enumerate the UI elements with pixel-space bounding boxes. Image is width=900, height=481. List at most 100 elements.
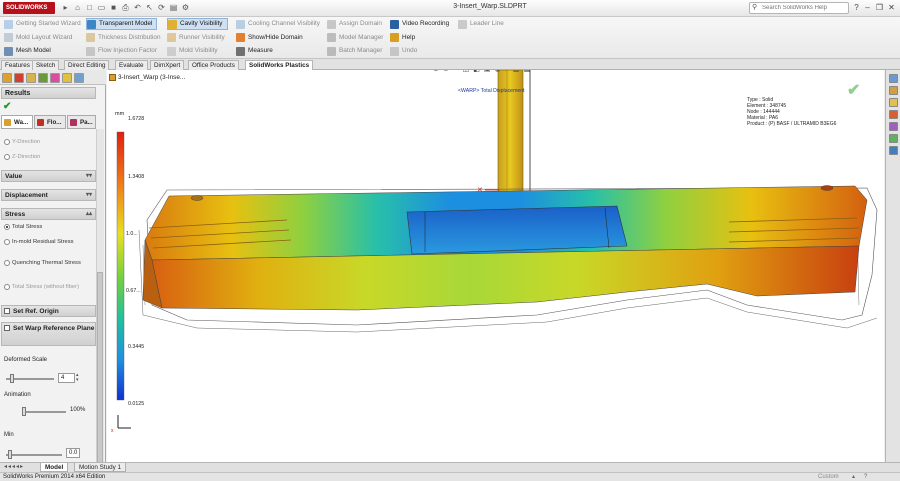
feature-tree-breadcrumb[interactable]: 3-Insert_Warp (3-Inse... — [109, 74, 185, 81]
tab-features[interactable]: Features — [1, 60, 34, 70]
minimize-icon[interactable]: – — [862, 2, 873, 14]
print-icon[interactable]: ⎙ — [120, 2, 131, 14]
tab-office-products[interactable]: Office Products — [188, 60, 239, 70]
units-dropdown-icon[interactable]: ▴ — [852, 473, 855, 481]
tab-scroll-arrows-icon[interactable]: ◂◂◂◂▸ — [4, 463, 24, 470]
apply-scene-icon[interactable]: ▥ — [513, 70, 520, 77]
set-warp-reference-plane-header[interactable]: Set Warp Reference Plane — [1, 322, 96, 346]
restore-icon[interactable]: ❐ — [862, 70, 868, 71]
ribbon-cavity-visibility-button[interactable]: Cavity Visibility — [167, 18, 228, 30]
home-icon[interactable]: ⌂ — [72, 2, 83, 14]
file-explorer-icon[interactable] — [889, 98, 898, 107]
view-orientation-icon[interactable]: ◧ — [473, 70, 480, 77]
z-direction-option[interactable]: Z-Direction — [4, 152, 40, 162]
ribbon-assign-domain-button[interactable]: Assign Domain — [327, 18, 382, 30]
display-manager-icon[interactable] — [50, 73, 60, 83]
tab-motion-study-1[interactable]: Motion Study 1 — [74, 463, 127, 472]
dimxpert-manager-icon[interactable] — [38, 73, 48, 83]
custom-properties-icon[interactable] — [889, 134, 898, 143]
panel-scrollbar-thumb[interactable] — [97, 272, 103, 477]
tab-warp[interactable]: Wa... — [1, 115, 33, 129]
stress-option-inmold[interactable]: In-mold Residual Stress — [4, 237, 74, 247]
ribbon-runner-visibility-button[interactable]: Runner Visibility — [167, 32, 225, 44]
y-direction-option[interactable]: Y-Direction — [4, 137, 40, 147]
undo-icon[interactable]: ↶ — [132, 2, 143, 14]
solidworks-logo[interactable]: SOLIDWORKS — [3, 2, 55, 14]
ribbon-model-manager-button[interactable]: Model Manager — [327, 32, 383, 44]
save-icon[interactable]: ■ — [108, 2, 119, 14]
ribbon-help-button[interactable]: Help — [390, 32, 415, 44]
ok-check-icon[interactable]: ✔ — [3, 101, 11, 112]
tab-flow[interactable]: Flo... — [34, 115, 66, 129]
graphics-viewport[interactable]: ✕ x 3-Insert_Warp (3-Inse... ⊕ ⊙ ↶ ◫ ◧ ▣… — [107, 70, 884, 462]
tab-pack[interactable]: Pa... — [67, 115, 96, 129]
min-spinner[interactable]: 0.0 — [66, 448, 80, 458]
ribbon-show-hide-domain-button[interactable]: Show/Hide Domain — [236, 32, 303, 44]
tab-model[interactable]: Model — [40, 463, 69, 472]
spinner-arrows-icon[interactable]: ▴ ▾ — [76, 373, 79, 383]
deformed-scale-spinner[interactable]: 4 — [58, 373, 75, 383]
plastics-manager-icon[interactable] — [62, 73, 72, 83]
hide-show-icon[interactable]: ◉ — [495, 70, 501, 77]
animation-slider[interactable] — [22, 407, 26, 416]
edit-appearance-icon[interactable]: ◐ — [505, 70, 509, 77]
ribbon-mesh-model-button[interactable]: Mesh Model — [4, 45, 51, 57]
stress-option-quenching[interactable]: Quenching Thermal Stress — [4, 258, 81, 268]
ribbon-undo-button[interactable]: Undo — [390, 45, 417, 57]
select-icon[interactable]: ↖ — [144, 2, 155, 14]
displacement-section-header[interactable]: Displacement ▾▾ — [1, 189, 96, 201]
stress-section-header[interactable]: Stress ▴▴ — [1, 208, 96, 220]
ribbon-mold-layout-wizard-button[interactable]: Mold Layout Wizard — [4, 32, 72, 44]
feature-manager-icon[interactable] — [2, 73, 12, 83]
close-icon[interactable]: ✕ — [871, 70, 877, 71]
min-slider[interactable] — [8, 450, 12, 459]
zoom-to-fit-icon[interactable]: ⊕ — [433, 70, 439, 77]
search-icon[interactable]: ⚲ — [752, 3, 761, 13]
ribbon-transparent-model-button[interactable]: Transparent Model — [86, 18, 158, 30]
menu-arrow-icon[interactable]: ▸ — [60, 2, 71, 14]
zoom-area-icon[interactable]: ⊙ — [443, 70, 449, 77]
ribbon-video-recording-button[interactable]: Video Recording — [390, 18, 449, 30]
ribbon-leader-line-button[interactable]: Leader Line — [458, 18, 504, 30]
stress-option-total[interactable]: Total Stress — [4, 222, 42, 232]
status-units[interactable]: Custom — [818, 473, 839, 481]
value-section-header[interactable]: Value ▾▾ — [1, 170, 96, 182]
ribbon-mold-visibility-button[interactable]: Mold Visibility — [167, 45, 218, 57]
design-library-icon[interactable] — [889, 86, 898, 95]
view-palette-icon[interactable] — [889, 110, 898, 119]
resources-icon[interactable] — [889, 74, 898, 83]
ribbon-cooling-channel-visibility-button[interactable]: Cooling Channel Visibility — [236, 18, 320, 30]
plastics-pane-icon[interactable] — [889, 146, 898, 155]
previous-view-icon[interactable]: ↶ — [453, 70, 459, 77]
view-settings-icon[interactable]: ▦ — [523, 70, 530, 77]
appearances-icon[interactable] — [889, 122, 898, 131]
help-dropdown-icon[interactable]: ? — [851, 2, 862, 14]
set-ref-origin-header[interactable]: Set Ref. Origin — [1, 305, 96, 317]
ribbon-batch-manager-button[interactable]: Batch Manager — [327, 45, 382, 57]
minimize-icon[interactable]: – — [855, 70, 859, 71]
tab-solidworks-plastics[interactable]: SolidWorks Plastics — [245, 60, 314, 70]
ribbon-measure-button[interactable]: Measure — [236, 45, 273, 57]
restore-icon[interactable]: ❐ — [874, 2, 885, 14]
pie-chart-icon[interactable] — [74, 73, 84, 83]
tab-dimxpert[interactable]: DimXpert — [150, 60, 185, 70]
rebuild-icon[interactable]: ⟳ — [156, 2, 167, 14]
ribbon-getting-started-wizard-button[interactable]: Getting Started Wizard — [4, 18, 81, 30]
tab-direct-editing[interactable]: Direct Editing — [64, 60, 110, 70]
property-manager-icon[interactable] — [14, 73, 24, 83]
close-icon[interactable]: ✕ — [886, 2, 897, 14]
configuration-manager-icon[interactable] — [26, 73, 36, 83]
tab-evaluate[interactable]: Evaluate — [115, 60, 148, 70]
stress-option-without-fiber[interactable]: Total Stress (without fiber) — [4, 282, 79, 292]
deformed-scale-slider[interactable] — [10, 374, 14, 383]
ribbon-thickness-distribution-button[interactable]: Thickness Distribution — [86, 32, 161, 44]
file-properties-icon[interactable]: ▤ — [168, 2, 179, 14]
confirmation-check-icon[interactable]: ✔ — [847, 80, 860, 100]
open-folder-icon[interactable]: ▭ — [96, 2, 107, 14]
tab-sketch[interactable]: Sketch — [32, 60, 60, 70]
new-document-icon[interactable]: □ — [84, 2, 95, 14]
display-style-icon[interactable]: ▣ — [484, 70, 491, 77]
section-view-icon[interactable]: ◫ — [463, 70, 470, 77]
help-search-input[interactable] — [749, 2, 849, 14]
ribbon-flow-injection-factor-button[interactable]: Flow Injection Factor — [86, 45, 157, 57]
